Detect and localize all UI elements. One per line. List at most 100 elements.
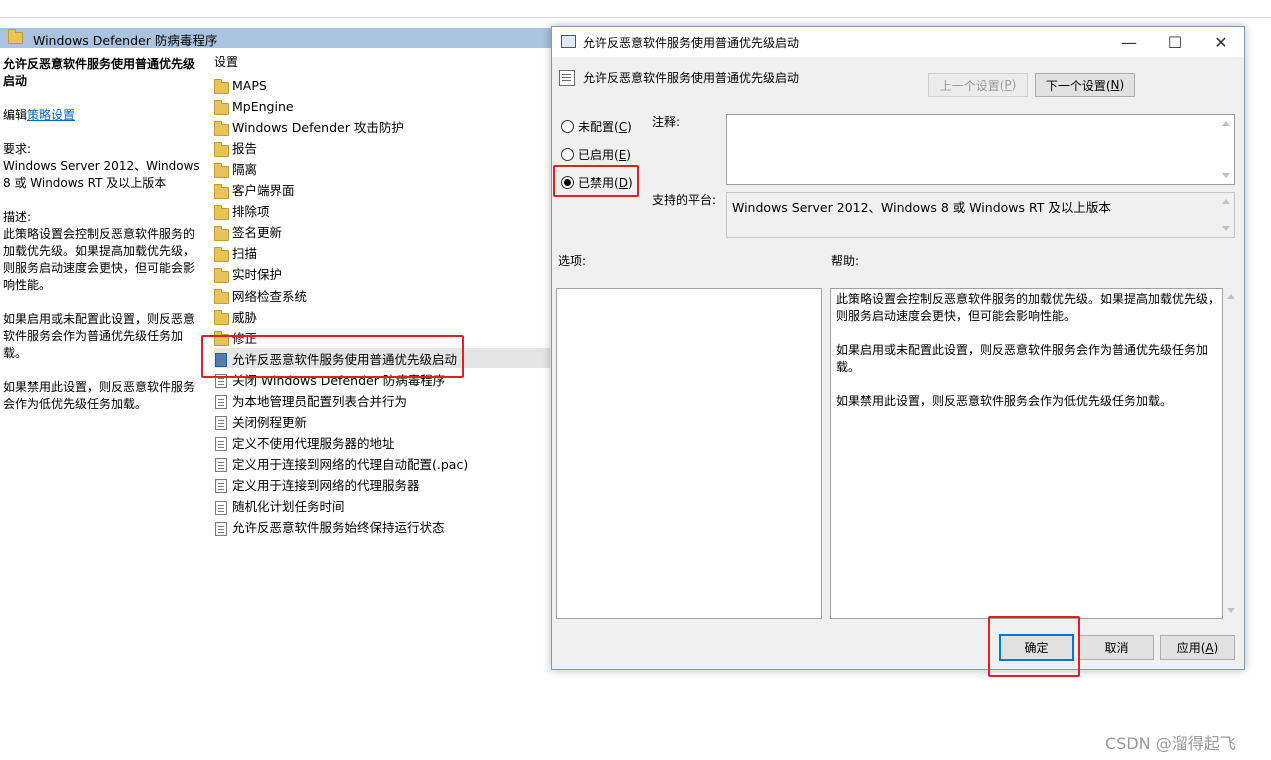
next-setting-key: N xyxy=(1110,78,1120,92)
radio-enabled-indicator[interactable] xyxy=(561,148,574,161)
scroll-down-arrow-icon[interactable] xyxy=(1222,173,1230,178)
platform-scrollbar[interactable] xyxy=(1218,193,1234,237)
radio-not-configured-key: C xyxy=(618,119,628,134)
previous-setting-button[interactable]: 上一个设置(P) xyxy=(928,73,1028,97)
maximize-button[interactable]: ☐ xyxy=(1152,27,1198,57)
top-strip xyxy=(0,0,1271,18)
radio-disabled-indicator[interactable] xyxy=(561,176,574,189)
folder-item[interactable]: 修正 xyxy=(214,328,257,349)
description-label: 描述: xyxy=(3,210,32,224)
help-scrollbar[interactable] xyxy=(1223,288,1239,619)
next-setting-button[interactable]: 下一个设置(N) xyxy=(1035,73,1135,97)
close-button[interactable]: ✕ xyxy=(1198,27,1244,57)
folder-item-label: 网络检查系统 xyxy=(232,288,308,304)
folder-item[interactable]: 网络检查系统 xyxy=(214,286,307,307)
folder-icon xyxy=(214,183,230,199)
folder-item[interactable]: Windows Defender 攻击防护 xyxy=(214,117,404,138)
policy-item-label: 允许反恶意软件服务使用普通优先级启动 xyxy=(232,351,458,367)
minimize-button[interactable]: — xyxy=(1106,27,1152,57)
folder-item[interactable]: 扫描 xyxy=(214,243,257,264)
previous-setting-label: 上一个设置( xyxy=(939,78,1005,93)
policy-item[interactable]: 允许反恶意软件服务始终保持运行状态 xyxy=(214,517,445,538)
dialog-titlebar: 允许反恶意软件服务使用普通优先级启动 — ☐ ✕ xyxy=(552,27,1244,57)
comment-scrollbar[interactable] xyxy=(1218,115,1234,184)
scroll-down-arrow-icon[interactable] xyxy=(1227,608,1235,613)
policy-item[interactable]: 关闭例程更新 xyxy=(214,412,307,433)
settings-list-pane: 设置 MAPS MpEngine Windows Defender 攻击防护 报告隔离… xyxy=(214,54,554,536)
next-setting-label: 下一个设置( xyxy=(1045,78,1111,93)
help-scrollbar-track[interactable] xyxy=(1223,288,1239,619)
radio-enabled-key: E xyxy=(618,147,627,162)
dialog-subtitle: 允许反恶意软件服务使用普通优先级启动 xyxy=(583,71,800,85)
policy-setting-icon xyxy=(214,373,230,389)
policy-item[interactable]: 定义用于连接到网络的代理服务器 xyxy=(214,475,420,496)
settings-column-header[interactable]: 设置 xyxy=(214,54,554,75)
folder-item[interactable]: 实时保护 xyxy=(214,264,282,285)
radio-disabled-label: 已禁用( xyxy=(578,176,619,190)
folder-icon xyxy=(214,331,230,347)
policy-item[interactable]: 随机化计划任务时间 xyxy=(214,496,345,517)
radio-not-configured-indicator[interactable] xyxy=(561,120,574,133)
folder-item[interactable]: 报告 xyxy=(214,138,257,159)
scroll-down-arrow-icon[interactable] xyxy=(1222,226,1230,231)
radio-disabled-key: D xyxy=(618,175,628,190)
policy-item-label: 允许反恶意软件服务始终保持运行状态 xyxy=(232,520,445,536)
policy-item-label: 为本地管理员配置列表合并行为 xyxy=(232,393,408,409)
policy-item[interactable]: 为本地管理员配置列表合并行为 xyxy=(214,391,407,412)
policy-setting-icon xyxy=(214,457,230,473)
previous-setting-suffix: ) xyxy=(1011,78,1017,92)
policy-item[interactable]: 关闭 Windows Defender 防病毒程序 xyxy=(214,370,445,391)
scroll-up-arrow-icon[interactable] xyxy=(1222,121,1230,126)
radio-not-configured-suffix: ) xyxy=(627,119,632,134)
policy-setting-icon xyxy=(214,521,230,536)
policy-item[interactable]: 定义不使用代理服务器的地址 xyxy=(214,433,395,454)
policy-item-label: 关闭 Windows Defender 防病毒程序 xyxy=(232,372,446,388)
folder-item[interactable]: 排除项 xyxy=(214,201,270,222)
folder-icon xyxy=(214,246,230,262)
scroll-up-arrow-icon[interactable] xyxy=(1227,294,1235,299)
ok-button[interactable]: 确定 xyxy=(999,634,1074,661)
requirements-label: 要求: xyxy=(3,142,32,156)
next-setting-suffix: ) xyxy=(1119,78,1125,92)
policy-setting-icon xyxy=(214,500,230,515)
radio-disabled-suffix: ) xyxy=(627,175,633,190)
folder-icon xyxy=(214,267,230,283)
edit-policy-link[interactable]: 策略设置 xyxy=(27,108,75,122)
folder-item[interactable]: 隔离 xyxy=(214,159,257,180)
folder-item-label: 签名更新 xyxy=(232,225,283,241)
apply-key: A xyxy=(1205,640,1214,655)
supported-platform-value: Windows Server 2012、Windows 8 或 Windows … xyxy=(732,200,1111,215)
help-paragraph-3: 如果禁用此设置，则反恶意软件服务会作为低优先级任务加载。 xyxy=(836,394,1173,408)
comment-textarea[interactable] xyxy=(726,114,1235,185)
folder-item-label: 隔离 xyxy=(232,162,258,178)
apply-button[interactable]: 应用(A) xyxy=(1160,635,1235,660)
radio-enabled[interactable]: 已启用(E) xyxy=(561,146,631,163)
cancel-button[interactable]: 取消 xyxy=(1079,635,1154,660)
extended-description-pane: 允许反恶意软件服务使用普通优先级启动 编辑策略设置 要求: Windows Se… xyxy=(3,56,203,413)
policy-item[interactable]: 允许反恶意软件服务使用普通优先级启动 xyxy=(214,349,457,370)
folder-icon xyxy=(214,310,230,326)
apply-suffix: ) xyxy=(1213,640,1219,655)
folder-item[interactable]: 签名更新 xyxy=(214,222,282,243)
policy-item-label: 随机化计划任务时间 xyxy=(232,499,345,514)
help-paragraph-1: 此策略设置会控制反恶意软件服务的加载优先级。如果提高加载优先级，则服务启动速度会… xyxy=(836,292,1221,323)
policy-item[interactable]: 定义用于连接到网络的代理自动配置(.pac) xyxy=(214,454,468,475)
folder-item[interactable]: 威胁 xyxy=(214,307,257,328)
dialog-window-title: 允许反恶意软件服务使用普通优先级启动 xyxy=(583,36,800,50)
policy-path-header: Windows Defender 防病毒程序 xyxy=(0,28,560,48)
previous-setting-key: P xyxy=(1004,78,1012,92)
policy-item-label: 关闭例程更新 xyxy=(232,414,308,430)
scroll-up-arrow-icon[interactable] xyxy=(1222,199,1230,204)
description-paragraph-3: 如果禁用此设置，则反恶意软件服务会作为低优先级任务加载。 xyxy=(3,380,196,411)
folder-item[interactable]: 客户端界面 xyxy=(214,180,295,201)
edit-prefix: 编辑 xyxy=(3,108,28,122)
folder-item-label: 扫描 xyxy=(232,246,258,262)
folder-item[interactable]: MAPS xyxy=(214,75,267,96)
folder-icon xyxy=(214,162,230,178)
folder-item-label: 实时保护 xyxy=(232,267,283,283)
radio-not-configured[interactable]: 未配置(C) xyxy=(561,118,632,135)
radio-disabled[interactable]: 已禁用(D) xyxy=(561,174,633,191)
policy-window-icon xyxy=(561,35,576,48)
description-paragraph-1: 此策略设置会控制反恶意软件服务的加载优先级。如果提高加载优先级，则服务启动速度会… xyxy=(3,227,196,292)
folder-item[interactable]: MpEngine xyxy=(214,96,294,117)
